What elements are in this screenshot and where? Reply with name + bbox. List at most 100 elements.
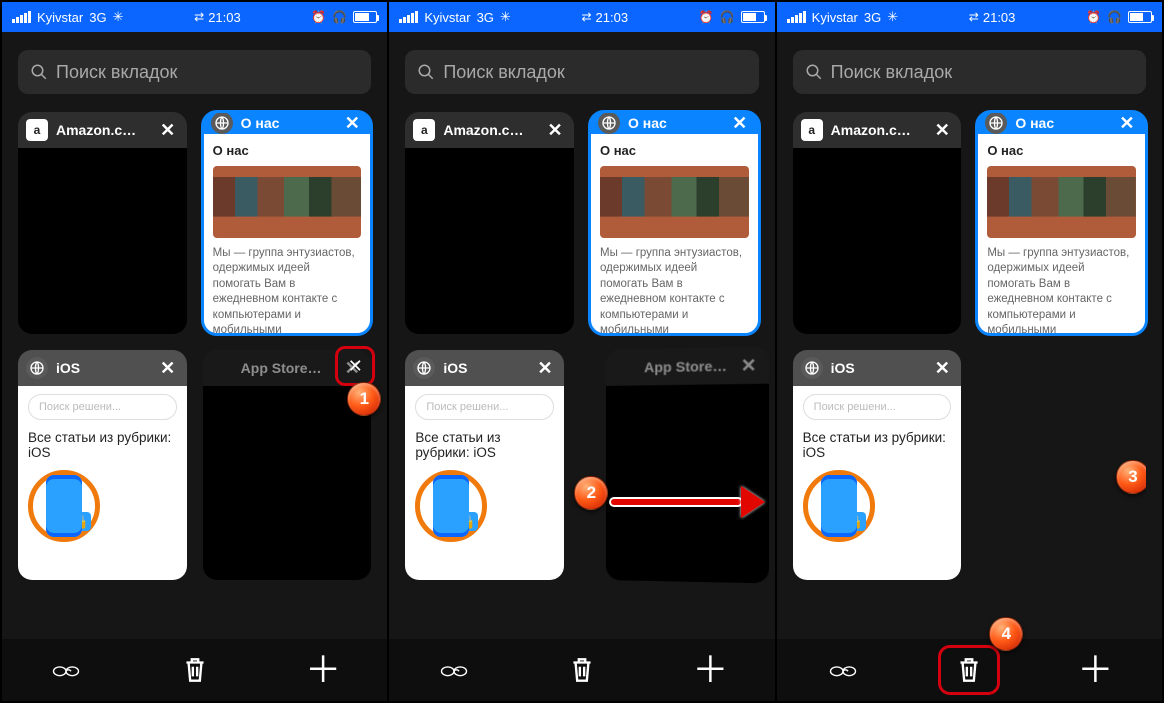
tab-title: Amazon.c…: [831, 122, 924, 138]
tab-title: О нас: [241, 115, 334, 131]
amazon-favicon: a: [413, 119, 435, 141]
empty-slot: 3: [977, 350, 1146, 580]
ios-search-pill[interactable]: Поиск решени...: [28, 394, 177, 420]
activity-icon: ✳︎: [113, 9, 124, 25]
signal-icon: [12, 11, 31, 23]
headphones-icon: 🎧: [1107, 10, 1122, 24]
amazon-favicon: a: [801, 119, 823, 141]
link-icon: ⇄: [194, 10, 204, 24]
tab-title: Amazon.c…: [443, 122, 536, 138]
close-icon[interactable]: ✕: [931, 357, 953, 379]
carrier-label: Kyivstar: [812, 10, 858, 25]
carrier-label: Kyivstar: [37, 10, 83, 25]
tab-about[interactable]: О нас ✕ О нас Мы — группа энтузиастов, о…: [203, 112, 372, 334]
close-icon[interactable]: ✕: [341, 112, 363, 134]
trash-button[interactable]: [544, 647, 620, 693]
globe-icon: [413, 357, 435, 379]
tab-title: App Store…: [644, 358, 729, 376]
tab-title: App Store…: [241, 360, 334, 376]
search-icon: [417, 63, 435, 81]
close-icon[interactable]: ✕: [737, 354, 760, 377]
tab-about[interactable]: О нас ✕ О нас Мы — группа энтузиастов, о…: [590, 112, 759, 334]
link-icon: ⇄: [969, 10, 979, 24]
status-bar: Kyivstar 3G ✳︎ ⇄ 21:03 ⏰ 🎧: [2, 2, 387, 32]
step-badge-4: 4: [989, 617, 1023, 651]
close-icon[interactable]: ✕: [931, 119, 953, 141]
activity-icon: ✳︎: [500, 9, 511, 25]
about-heading: О нас: [987, 142, 1136, 160]
search-placeholder: Поиск вкладок: [831, 62, 952, 83]
bottom-bar: ＋: [2, 639, 387, 701]
ios-badge-icon: [28, 470, 100, 542]
ios-badge-icon: [415, 470, 487, 542]
globe-icon: [211, 112, 233, 134]
tab-ios[interactable]: iOS ✕ Поиск решени... Все статьи из рубр…: [405, 350, 564, 580]
close-tab-highlight: ✕: [335, 346, 375, 386]
tab-appstore-dragging[interactable]: App Store… ✕: [606, 347, 769, 584]
phone-panel-2: Kyivstar 3G ✳︎ ⇄ 21:03 ⏰ 🎧 Поиск вкладок: [389, 2, 774, 701]
close-icon[interactable]: ✕: [157, 357, 179, 379]
about-text: Мы — группа энтузиастов, одержимых идеей…: [987, 246, 1136, 334]
step-badge-3: 3: [1116, 460, 1146, 494]
search-icon: [30, 63, 48, 81]
clock-label: 21:03: [983, 10, 1016, 25]
trash-button[interactable]: [938, 645, 1000, 695]
search-input[interactable]: Поиск вкладок: [18, 50, 371, 94]
headphones-icon: 🎧: [720, 10, 735, 24]
close-icon[interactable]: ✕: [544, 119, 566, 141]
search-region: Поиск вкладок: [2, 32, 387, 106]
close-icon[interactable]: ✕: [157, 119, 179, 141]
close-icon[interactable]: ✕: [1116, 112, 1138, 134]
close-icon[interactable]: ✕: [534, 357, 556, 379]
ios-search-pill[interactable]: Поиск решени...: [415, 394, 554, 420]
search-input[interactable]: Поиск вкладок: [793, 50, 1146, 94]
tab-amazon[interactable]: a Amazon.c… ✕: [18, 112, 187, 334]
apple-icon: [614, 356, 636, 378]
incognito-button[interactable]: [28, 647, 104, 693]
tab-title: О нас: [628, 115, 721, 131]
tab-ios[interactable]: iOS ✕ Поиск решени... Все статьи из рубр…: [18, 350, 187, 580]
battery-icon: [741, 11, 765, 23]
apple-icon: [211, 357, 233, 379]
new-tab-button[interactable]: ＋: [1057, 647, 1133, 693]
ios-search-pill[interactable]: Поиск решени...: [803, 394, 952, 420]
phone-panel-1: Kyivstar 3G ✳︎ ⇄ 21:03 ⏰ 🎧 Поиск вкладок: [2, 2, 387, 701]
amazon-favicon: a: [26, 119, 48, 141]
clock-label: 21:03: [208, 10, 241, 25]
search-input[interactable]: Поиск вкладок: [405, 50, 758, 94]
network-label: 3G: [477, 10, 494, 25]
bottom-bar: ＋: [389, 639, 774, 701]
new-tab-button[interactable]: ＋: [672, 647, 748, 693]
tab-about[interactable]: О нас ✕ О нас Мы — группа энтузиастов, о…: [977, 112, 1146, 334]
status-bar: Kyivstar 3G ✳︎ ⇄ 21:03 ⏰ 🎧: [389, 2, 774, 32]
battery-icon: [1128, 11, 1152, 23]
incognito-button[interactable]: [416, 647, 492, 693]
tab-title: iOS: [56, 360, 149, 376]
bottom-bar: ＋ 4: [777, 639, 1162, 701]
alarm-icon: ⏰: [311, 10, 326, 24]
globe-icon: [985, 112, 1007, 134]
search-placeholder: Поиск вкладок: [443, 62, 564, 83]
status-bar: Kyivstar 3G ✳︎ ⇄ 21:03 ⏰ 🎧: [777, 2, 1162, 32]
activity-icon: ✳︎: [887, 9, 898, 25]
close-icon[interactable]: ✕: [729, 112, 751, 134]
tabs-grid: a Amazon.c… ✕ О нас ✕ О на: [777, 106, 1162, 639]
search-region: Поиск вкладок: [389, 32, 774, 106]
trash-button[interactable]: [157, 647, 233, 693]
tab-amazon[interactable]: a Amazon.c… ✕: [793, 112, 962, 334]
about-text: Мы — группа энтузиастов, одержимых идеей…: [600, 246, 749, 334]
phone-panel-3: Kyivstar 3G ✳︎ ⇄ 21:03 ⏰ 🎧 Поиск вкладок: [777, 2, 1162, 701]
tab-title: iOS: [831, 360, 924, 376]
incognito-button[interactable]: [805, 647, 881, 693]
carrier-label: Kyivstar: [424, 10, 470, 25]
tab-title: О нас: [1015, 115, 1108, 131]
globe-icon: [598, 112, 620, 134]
alarm-icon: ⏰: [1086, 10, 1101, 24]
tab-amazon[interactable]: a Amazon.c… ✕: [405, 112, 574, 334]
alarm-icon: ⏰: [699, 10, 714, 24]
new-tab-button[interactable]: ＋: [285, 647, 361, 693]
about-photo: [213, 166, 362, 238]
tab-ios[interactable]: iOS ✕ Поиск решени... Все статьи из рубр…: [793, 350, 962, 580]
plus-icon: ＋: [305, 652, 341, 688]
search-region: Поиск вкладок: [777, 32, 1162, 106]
